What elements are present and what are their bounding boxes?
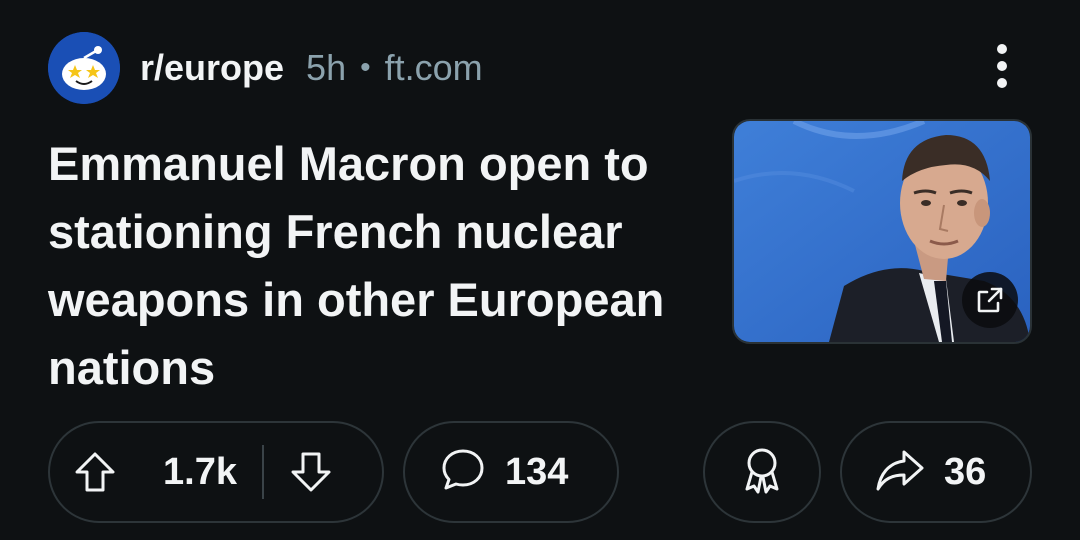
link-domain[interactable]: ft.com [385, 47, 483, 89]
overflow-menu-icon[interactable] [976, 36, 1028, 96]
comment-count: 134 [505, 450, 569, 493]
vote-count: 1.7k [163, 450, 237, 493]
vote-divider [262, 445, 264, 499]
upvote-icon[interactable] [50, 423, 140, 521]
vote-bar: 1.7k [48, 421, 384, 523]
comments-button[interactable]: 134 [403, 421, 619, 523]
subreddit-avatar[interactable] [48, 32, 120, 104]
post-header: r/europe 5h • ft.com [48, 32, 483, 104]
post-title[interactable]: Emmanuel Macron open to stationing Frenc… [48, 130, 718, 402]
downvote-icon[interactable] [266, 423, 356, 521]
award-icon [739, 445, 785, 500]
post-meta: 5h • ft.com [306, 47, 483, 89]
post-card[interactable]: r/europe 5h • ft.com Emmanuel Macron ope… [0, 0, 1080, 540]
comment-icon [439, 446, 487, 499]
award-button[interactable] [703, 421, 821, 523]
share-count: 36 [944, 450, 987, 493]
post-age: 5h [306, 47, 347, 88]
share-button[interactable]: 36 [840, 421, 1032, 523]
meta-separator: • [360, 51, 371, 84]
post-thumbnail[interactable] [732, 119, 1032, 344]
subreddit-name[interactable]: r/europe [140, 47, 284, 89]
share-icon [874, 446, 926, 499]
external-link-icon[interactable] [962, 272, 1018, 328]
